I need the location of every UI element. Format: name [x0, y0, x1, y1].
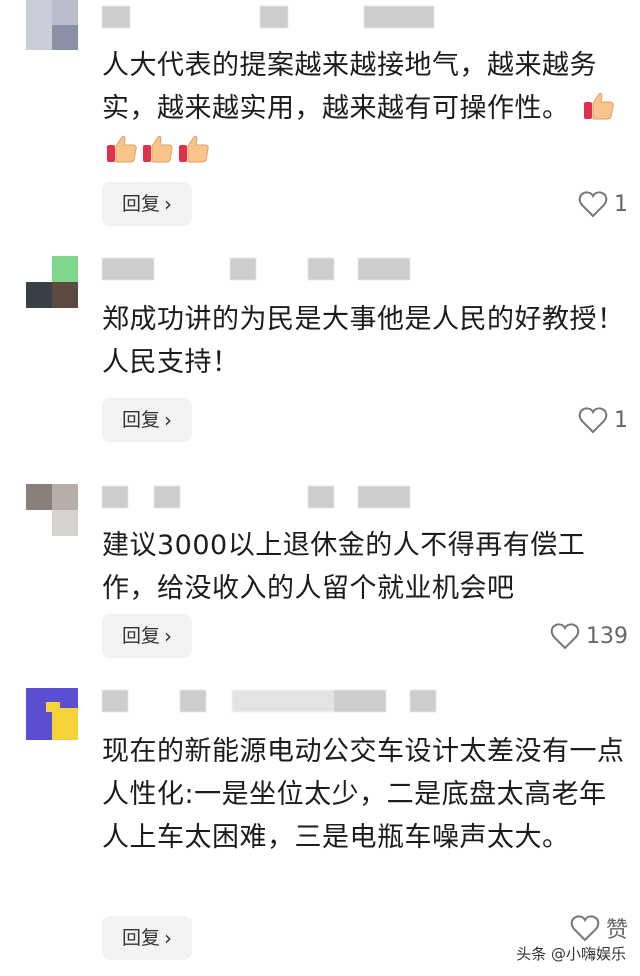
comment-text: 建议3000以上退休金的人不得再有偿工作，给没收入的人留个就业机会吧: [102, 530, 586, 604]
comment-text: 人大代表的提案越来越接地气，越来越务实，越来越实用，越来越有可操作性。: [102, 44, 632, 173]
comment-text: 郑成功讲的为民是大事他是人民的好教授！人民支持！: [102, 304, 625, 378]
avatar[interactable]: [26, 484, 78, 536]
like-button[interactable]: 1: [578, 398, 628, 442]
reply-button[interactable]: 回复 ›: [102, 614, 192, 658]
username[interactable]: [102, 258, 422, 280]
heart-outline-icon: [550, 623, 580, 650]
chevron-right-icon: ›: [164, 624, 172, 648]
like-count: 赞: [605, 918, 628, 943]
reply-label: 回复: [121, 193, 160, 215]
like-count: 1: [614, 191, 628, 217]
reply-button[interactable]: 回复 ›: [102, 916, 192, 960]
like-count: 1: [614, 407, 628, 433]
like-button[interactable]: 1: [578, 182, 628, 226]
username[interactable]: [102, 6, 442, 28]
reply-label: 回复: [121, 927, 160, 949]
reply-button[interactable]: 回复 ›: [102, 398, 192, 442]
avatar[interactable]: [26, 0, 78, 50]
like-count: 139: [586, 623, 628, 649]
reply-label: 回复: [121, 625, 160, 647]
chevron-right-icon: ›: [164, 408, 172, 432]
avatar[interactable]: [26, 256, 78, 308]
chevron-right-icon: ›: [164, 192, 172, 216]
reply-label: 回复: [121, 409, 160, 431]
like-button[interactable]: 139: [550, 614, 628, 658]
heart-outline-icon: [578, 191, 608, 218]
heart-outline-icon: [578, 407, 608, 434]
avatar[interactable]: [26, 688, 78, 740]
watermark: 头条 @小嗨娱乐: [516, 945, 626, 963]
heart-outline-icon: [570, 915, 600, 942]
reply-button[interactable]: 回复 ›: [102, 182, 192, 226]
username[interactable]: [102, 690, 462, 712]
comment-text: 现在的新能源电动公交车设计太差没有一点人性化:一是坐位太少，二是底盘太高老年人上…: [102, 736, 625, 853]
chevron-right-icon: ›: [164, 926, 172, 950]
username[interactable]: [102, 486, 422, 508]
